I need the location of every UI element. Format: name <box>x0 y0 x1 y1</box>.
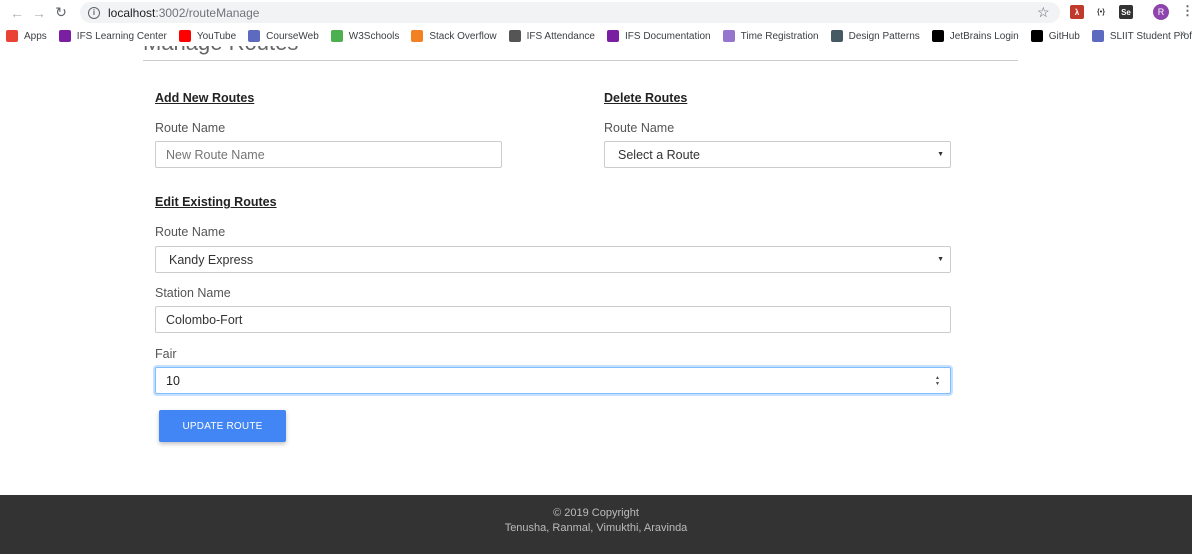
add-routes-title: Add New Routes <box>155 91 255 105</box>
update-route-button[interactable]: UPDATE ROUTE <box>159 410 286 442</box>
footer: © 2019 Copyright Tenusha, Ranmal, Vimukt… <box>0 495 1192 554</box>
info-icon[interactable]: i <box>88 6 100 19</box>
divider <box>143 60 1018 61</box>
new-route-name-input[interactable]: New Route Name <box>155 141 502 168</box>
more-bookmarks-icon[interactable]: » <box>1180 28 1186 40</box>
bookmark-label: JetBrains Login <box>949 30 1019 42</box>
bookmark-label: Design Patterns <box>848 30 920 42</box>
bookmark-item[interactable]: Design Patterns <box>830 30 920 42</box>
bookmark-item[interactable]: JetBrains Login <box>931 30 1019 42</box>
bookmark-label: IFS Learning Center <box>76 30 167 42</box>
bookmark-label: CourseWeb <box>266 30 319 42</box>
apps-grid-icon <box>6 30 18 42</box>
chevron-down-icon: ▼ <box>937 151 944 158</box>
clock-icon <box>722 30 735 42</box>
delete-route-select[interactable]: Select a Route ▼ <box>604 141 951 168</box>
bookmark-label: GitHub <box>1048 30 1080 42</box>
bookmark-item[interactable]: Time Registration <box>722 30 819 42</box>
ifs-logo-icon <box>58 30 71 42</box>
bookmark-star-icon[interactable]: ☆ <box>1037 4 1050 21</box>
pdf-extension-icon[interactable]: λ <box>1070 5 1084 19</box>
footer-copyright: © 2019 Copyright <box>553 507 639 519</box>
bookmark-item[interactable]: YouTube <box>178 30 237 42</box>
bookmark-item[interactable]: SLIIT Student Profile <box>1091 30 1192 42</box>
url-path: :3002/routeManage <box>155 5 260 20</box>
globe-icon <box>508 30 521 42</box>
bookmark-label: Time Registration <box>740 30 819 42</box>
bookmark-label: YouTube <box>196 30 237 42</box>
bookmark-label: Apps <box>24 30 47 42</box>
number-spinner-icon[interactable]: ▲ ▼ <box>935 375 940 387</box>
fair-label: Fair <box>155 347 177 361</box>
edit-routes-title: Edit Existing Routes <box>155 195 277 209</box>
delete-route-selected: Select a Route <box>618 147 700 162</box>
youtube-icon <box>178 30 191 42</box>
bookmark-label: Stack Overflow <box>429 30 497 42</box>
edit-route-name-label: Route Name <box>155 225 226 239</box>
jetbrains-icon <box>931 30 944 42</box>
ifs-logo-icon <box>607 30 619 42</box>
edit-route-selected: Kandy Express <box>169 252 254 267</box>
bookmark-item[interactable]: IFS Attendance <box>508 30 595 42</box>
bookmark-label: IFS Attendance <box>526 30 595 42</box>
page-title: Manage Routes <box>143 46 298 56</box>
diamond-icon <box>830 30 843 42</box>
bookmark-label: W3Schools <box>348 30 400 42</box>
w3schools-icon <box>330 30 343 42</box>
bookmark-item[interactable]: GitHub <box>1030 30 1080 42</box>
github-icon <box>1030 30 1043 42</box>
back-arrow-icon[interactable]: ← <box>6 2 28 24</box>
bookmark-item[interactable]: W3Schools <box>330 30 400 42</box>
edit-route-select[interactable]: Kandy Express ▼ <box>155 246 951 273</box>
bookmark-item[interactable]: CourseWeb <box>248 30 319 42</box>
json-extension-icon[interactable]: {•} <box>1094 5 1108 19</box>
bookmarks-bar: Apps IFS Learning Center YouTube CourseWeb W… <box>0 26 1192 46</box>
reload-icon[interactable]: ↻ <box>50 2 72 24</box>
bookmark-item[interactable]: Apps <box>6 30 47 42</box>
stackoverflow-icon <box>411 30 424 42</box>
bookmark-item[interactable]: IFS Documentation <box>607 30 711 42</box>
delete-route-name-label: Route Name <box>604 121 675 135</box>
selenium-extension-icon[interactable]: Se <box>1119 5 1133 19</box>
delete-routes-title: Delete Routes <box>604 91 688 105</box>
chevron-down-icon: ▼ <box>937 256 944 263</box>
fair-value: 10 <box>166 373 180 388</box>
station-name-label: Station Name <box>155 286 231 300</box>
kebab-menu-icon[interactable]: ⋮ <box>1181 3 1192 19</box>
sliit-icon <box>1091 30 1104 42</box>
add-route-name-label: Route Name <box>155 121 226 135</box>
route-manage-page: Manage Routes Add New Routes Route Name … <box>0 46 1192 495</box>
footer-authors: Tenusha, Ranmal, Vimukthi, Aravinda <box>504 522 688 534</box>
profile-avatar[interactable]: R <box>1153 4 1169 20</box>
bookmark-item[interactable]: IFS Learning Center <box>58 30 167 42</box>
url-host: localhost <box>108 5 156 20</box>
address-bar[interactable]: i localhost:3002/routeManage <box>80 2 1060 23</box>
fair-input[interactable]: 10 ▲ ▼ <box>155 367 951 394</box>
station-name-input[interactable]: Colombo-Fort <box>155 306 951 333</box>
forward-arrow-icon[interactable]: → <box>28 2 50 24</box>
courseweb-icon <box>248 30 261 42</box>
bookmark-item[interactable]: Stack Overflow <box>411 30 497 42</box>
bookmark-label: IFS Documentation <box>625 30 711 42</box>
